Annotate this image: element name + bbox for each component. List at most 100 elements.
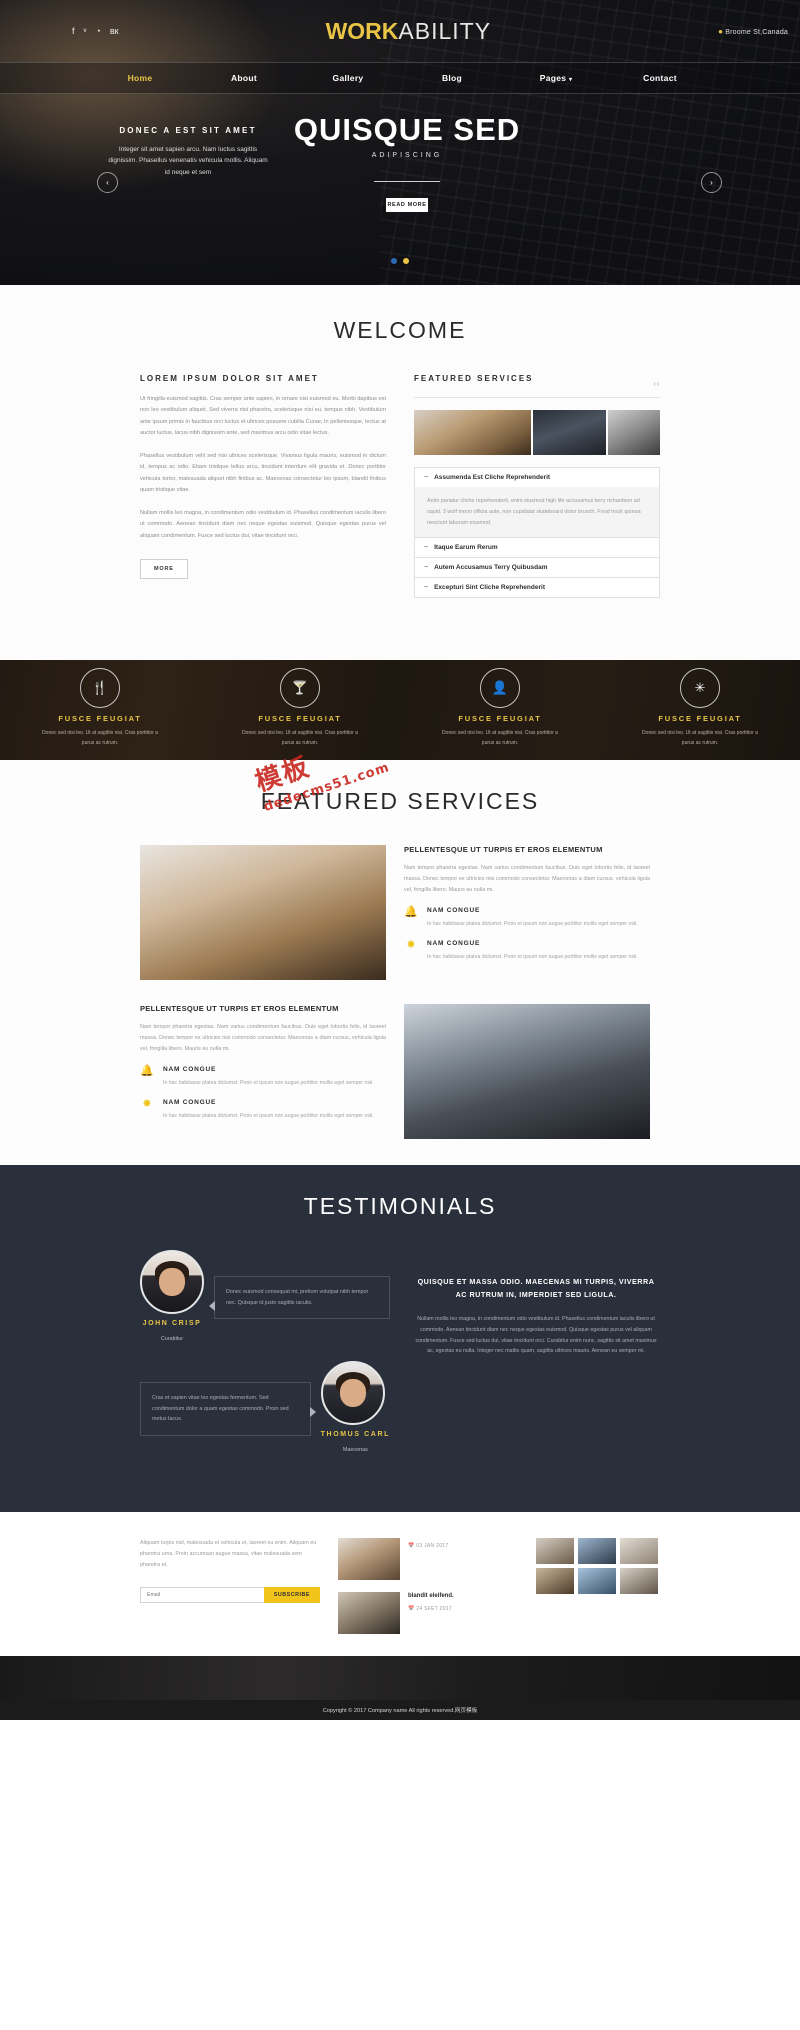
testimonial-1: JOHN CRISP Curabitur Donec euismod conse… (140, 1250, 390, 1345)
accordion-body-text-1: Anim pariatur cliche reprehenderit, enim… (427, 498, 641, 526)
welcome-text-column: LOREM IPSUM DOLOR SIT AMET Ut fringilla … (140, 374, 386, 598)
footer-post-2[interactable]: blandit eleifend. 📅 24 SFET 2017 (338, 1592, 518, 1635)
calendar-icon: 📅 (408, 1543, 415, 1550)
feature-item-title-2b: NAM CONGUE (163, 1099, 217, 1107)
read-more-button[interactable]: READ MORE (386, 198, 428, 212)
featured-services-carousel-nav[interactable]: ‹› (653, 381, 660, 388)
icon-box-3[interactable]: 👤 FUSCE FEUGIAT Donec sed nisi leo. Ut a… (400, 668, 600, 748)
newsletter-form: SUBSCRIBE (140, 1586, 320, 1603)
twitter-icon[interactable]: ᵛ (84, 26, 87, 36)
feature-text-block-1: PELLENTESQUE UT TURPIS ET EROS ELEMENTUM… (404, 845, 650, 973)
gallery-thumb-3[interactable] (620, 1538, 658, 1565)
featured-divider (414, 397, 660, 398)
minus-icon: − (424, 474, 429, 481)
nav-item-gallery[interactable]: Gallery (313, 63, 383, 93)
icon-box-4[interactable]: ✳ FUSCE FEUGIAT Donec sed nisi leo. Ut a… (600, 668, 800, 748)
feature-title-1: PELLENTESQUE UT TURPIS ET EROS ELEMENTUM (404, 845, 603, 855)
plus-icon: − (424, 544, 429, 552)
footer-posts-column: 📅 03 JAN 2017 blandit eleifend. 📅 24 SFE… (338, 1538, 518, 1646)
gallery-thumb-4[interactable] (536, 1568, 574, 1595)
testimonial-role-1: Curabitur (160, 1336, 184, 1343)
slide-secondary-title: DONEC A EST SIT AMET (119, 126, 257, 135)
welcome-subheading: LOREM IPSUM DOLOR SIT AMET (140, 374, 319, 383)
feature-text-1: Nam tempor pharetra egestas. Nam varius … (404, 865, 650, 893)
testimonials-heading: TESTIMONIALS (303, 1193, 497, 1220)
slider-dot-1[interactable] (391, 258, 397, 264)
accordion-title-2: Itaque Earum Rerum (434, 544, 498, 552)
welcome-more-button[interactable]: MORE (140, 558, 188, 579)
thumbnail-image-2[interactable] (533, 410, 607, 455)
email-field[interactable] (140, 1586, 264, 1603)
features-section: 模板 dedecms51.com FEATURED SERVICES PELLE… (0, 752, 800, 1166)
post-date-text-1: 03 JAN 2017 (416, 1543, 449, 1550)
accordion-header-2[interactable]: − Itaque Earum Rerum (415, 538, 659, 558)
post-thumbnail (338, 1592, 400, 1635)
facebook-icon[interactable]: f (72, 26, 75, 36)
slide-divider (374, 181, 440, 182)
slider-next-arrow[interactable]: › (701, 172, 722, 193)
avatar-face (159, 1268, 185, 1297)
accordion-body-1: Anim pariatur cliche reprehenderit, enim… (415, 487, 659, 538)
thumbnail-image-1[interactable] (414, 410, 532, 455)
asterisk-icon: ✳ (680, 668, 720, 709)
testimonial-role-2: Maecenas (342, 1447, 368, 1454)
location-text: Broome St,Canada (725, 28, 788, 36)
testimonial-quote-text-1: Donec euismod consequat mi, pretium volu… (226, 1289, 369, 1306)
slide-secondary: DONEC A EST SIT AMET Integer sit amet sa… (108, 126, 268, 178)
post-date-text-2: 24 SFET 2017 (416, 1606, 452, 1613)
feature-item-text-2b: In hac habitasse platea dictumst. Proin … (163, 1113, 374, 1120)
accordion-header-3[interactable]: − Autem Accusamus Terry Quibusdam (415, 558, 659, 578)
gallery-thumb-6[interactable] (620, 1568, 658, 1595)
testimonial-2: THOMUS CARL Maecenas Cras et sapien vita… (140, 1361, 390, 1456)
footer-section: Aliquam turpis nisl, malesuada et vehicu… (0, 1512, 800, 1657)
footer-about-text: Aliquam turpis nisl, malesuada et vehicu… (140, 1540, 317, 1569)
accordion-header-4[interactable]: − Excepturi Sint Cliche Reprehenderit (415, 578, 659, 598)
icon-box-1[interactable]: 🍴 FUSCE FEUGIAT Donec sed nisi leo. Ut a… (0, 668, 200, 748)
footer-post-1[interactable]: 📅 03 JAN 2017 (338, 1538, 518, 1581)
slider-prev-arrow[interactable]: ‹ (97, 172, 118, 193)
testimonials-summary: QUISQUE ET MASSA ODIO. MAECENAS MI TURPI… (412, 1250, 660, 1472)
nav-item-pages[interactable]: Pages ▾ (521, 63, 591, 93)
footer-gallery-grid (536, 1538, 660, 1595)
nav-item-blog[interactable]: Blog (417, 63, 487, 93)
icon-box-title-4: FUSCE FEUGIAT (658, 714, 742, 724)
feature-row-1: PELLENTESQUE UT TURPIS ET EROS ELEMENTUM… (140, 845, 660, 981)
cocktail-glass-icon: 🍸 (280, 668, 320, 709)
calendar-icon: 📅 (408, 1606, 415, 1613)
slider-dot-2[interactable] (403, 258, 409, 264)
copyright-bar: Copyright © 2017 Company name All rights… (0, 1700, 800, 1721)
rss-icon[interactable]: ◔ (95, 26, 100, 36)
feature-row-2: PELLENTESQUE UT TURPIS ET EROS ELEMENTUM… (140, 1004, 660, 1140)
nav-item-about[interactable]: About (209, 63, 279, 93)
hero-slider: DONEC A EST SIT AMET Integer sit amet sa… (0, 94, 800, 274)
feature-item-1a: 🔔 NAM CONGUE In hac habitasse platea dic… (404, 906, 650, 929)
gallery-thumb-5[interactable] (578, 1568, 616, 1595)
gallery-thumb-1[interactable] (536, 1538, 574, 1565)
slide-primary: QUISQUE SED ADIPISCING READ MORE (262, 114, 552, 212)
site-logo[interactable]: WORKABILITY (99, 18, 718, 45)
nav-pages-label: Pages (539, 73, 567, 83)
feature-item-text-1b: In hac habitasse platea dictumst. Proin … (427, 954, 638, 961)
top-bar: f ᵛ ◔ вк WORKABILITY ● Broome St,Canada (0, 0, 800, 62)
feature-image-2 (404, 1004, 650, 1140)
icon-box-text-1: Donec sed nisi leo. Ut at sagittis nisi.… (42, 730, 158, 746)
welcome-paragraph-3: Nullam mollis leo magna, in condimentum … (140, 509, 386, 539)
nav-item-contact[interactable]: Contact (625, 63, 695, 93)
slide-title: QUISQUE SED (293, 112, 521, 147)
main-nav: Home About Gallery Blog Pages ▾ Contact (0, 63, 800, 93)
gallery-thumb-2[interactable] (578, 1538, 616, 1565)
bell-icon: 🔔 (404, 906, 418, 919)
footer-about-column: Aliquam turpis nisl, malesuada et vehicu… (140, 1538, 320, 1646)
subscribe-button[interactable]: SUBSCRIBE (263, 1586, 320, 1603)
accordion-header-1[interactable]: − Assumenda Est Cliche Reprehenderit (415, 468, 659, 487)
feature-image-1 (140, 845, 386, 981)
avatar (140, 1250, 204, 1315)
user-icon: 👤 (480, 668, 520, 709)
nav-item-home[interactable]: Home (105, 63, 175, 93)
logo-light: ABILITY (398, 17, 492, 44)
avatar-face (339, 1379, 366, 1408)
icon-box-2[interactable]: 🍸 FUSCE FEUGIAT Donec sed nisi leo. Ut a… (200, 668, 400, 748)
vk-icon[interactable]: вк (110, 26, 119, 36)
thumbnail-image-3[interactable] (608, 410, 660, 455)
testimonials-summary-title: QUISQUE ET MASSA ODIO. MAECENAS MI TURPI… (417, 1277, 655, 1300)
